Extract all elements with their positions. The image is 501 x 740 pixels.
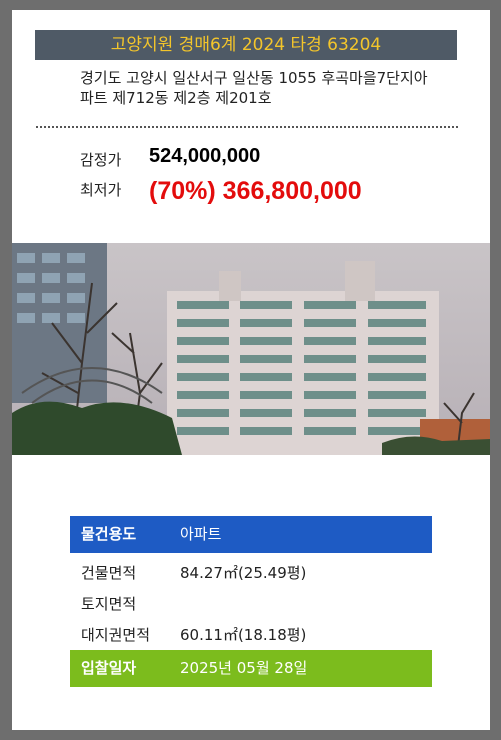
bid-date-value: 2025년 05월 28일 (180, 659, 308, 677)
auction-card: 고양지원 경매6계 2024 타경 63204 경기도 고양시 일산서구 일산동… (12, 10, 490, 730)
appraisal-value: 524,000,000 (149, 145, 261, 167)
property-address: 경기도 고양시 일산서구 일산동 1055 후곡마을7단지아 파트 제712동 … (80, 68, 480, 108)
usage-value: 아파트 (180, 525, 222, 543)
dotted-divider (36, 126, 458, 128)
bid-date-row: 입찰일자 2025년 05월 28일 (70, 650, 432, 687)
property-photo (12, 243, 490, 455)
usage-row: 물건용도 아파트 (70, 516, 432, 553)
apartment-building-image (12, 243, 490, 455)
land-right-area-value: 60.11㎡(18.18평) (180, 626, 307, 644)
address-line-2: 파트 제712동 제2층 제201호 (80, 89, 272, 107)
land-right-area-row: 대지권면적 60.11㎡(18.18평) (70, 617, 432, 654)
appraisal-label: 감정가 (80, 151, 122, 169)
land-right-area-label: 대지권면적 (81, 626, 151, 644)
usage-label: 물건용도 (81, 525, 137, 543)
minimum-price-label: 최저가 (80, 181, 122, 199)
address-line-1: 경기도 고양시 일산서구 일산동 1055 후곡마을7단지아 (80, 69, 428, 87)
case-title: 고양지원 경매6계 2024 타경 63204 (110, 35, 382, 55)
bid-date-label: 입찰일자 (81, 659, 137, 677)
case-title-bar: 고양지원 경매6계 2024 타경 63204 (35, 30, 457, 60)
minimum-price-value: (70%) 366,800,000 (149, 177, 362, 205)
